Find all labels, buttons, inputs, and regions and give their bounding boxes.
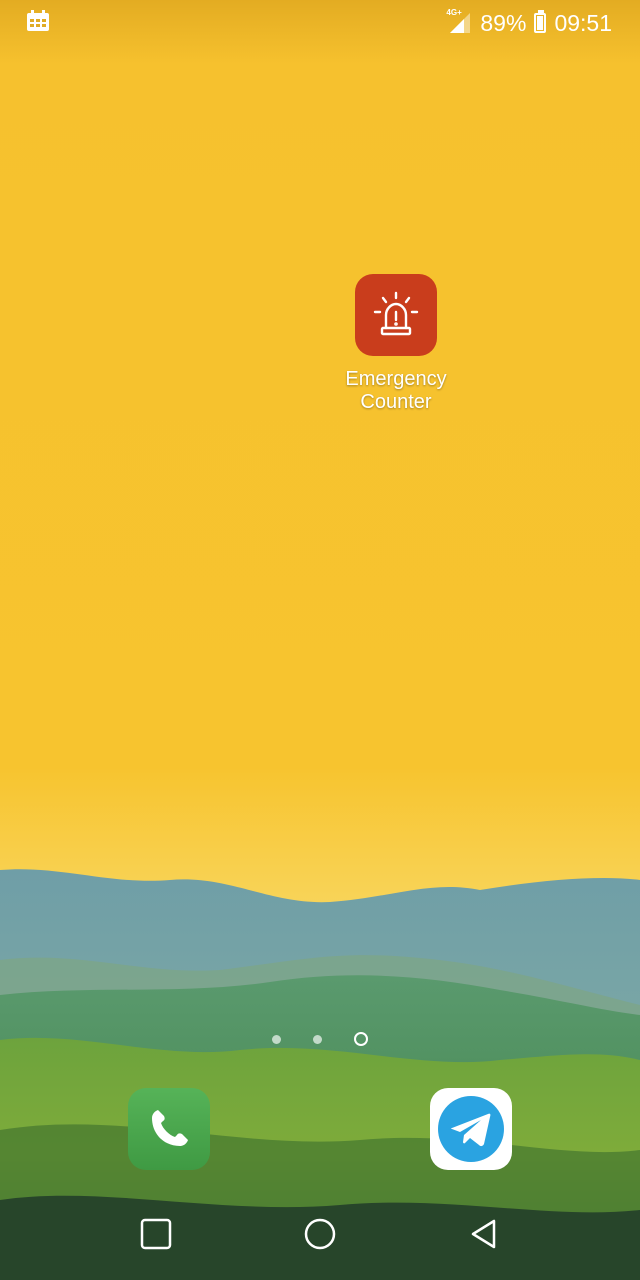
recents-button[interactable] xyxy=(136,1214,176,1254)
telegram-app[interactable] xyxy=(430,1088,512,1170)
app-label: Emergency Counter xyxy=(345,368,446,414)
page-dot[interactable] xyxy=(313,1034,322,1044)
wallpaper xyxy=(0,0,640,1280)
recents-icon xyxy=(140,1218,172,1250)
home-icon xyxy=(304,1218,336,1250)
status-bar: 4G+ 89% 09:51 xyxy=(0,0,640,46)
navigation-bar xyxy=(0,1190,640,1280)
page-dot-active[interactable] xyxy=(354,1032,368,1046)
app-label-line1: Emergency xyxy=(345,368,447,390)
page-dot[interactable] xyxy=(272,1034,281,1044)
signal-icon: 4G+ xyxy=(446,8,472,35)
siren-icon[interactable] xyxy=(355,274,437,356)
calendar-icon xyxy=(26,10,50,37)
back-icon xyxy=(471,1219,496,1249)
clock: 09:51 xyxy=(554,9,612,36)
battery-percent: 89% xyxy=(480,9,527,36)
page-indicator xyxy=(0,1031,640,1047)
phone-app[interactable] xyxy=(128,1088,210,1170)
app-label-line2: Counter xyxy=(360,391,432,413)
app-emergency-counter[interactable]: Emergency Counter xyxy=(326,274,466,414)
battery-icon xyxy=(534,10,547,33)
phone-icon xyxy=(152,1110,188,1146)
home-button[interactable] xyxy=(300,1214,340,1254)
telegram-icon xyxy=(438,1096,504,1162)
back-button[interactable] xyxy=(464,1214,504,1254)
